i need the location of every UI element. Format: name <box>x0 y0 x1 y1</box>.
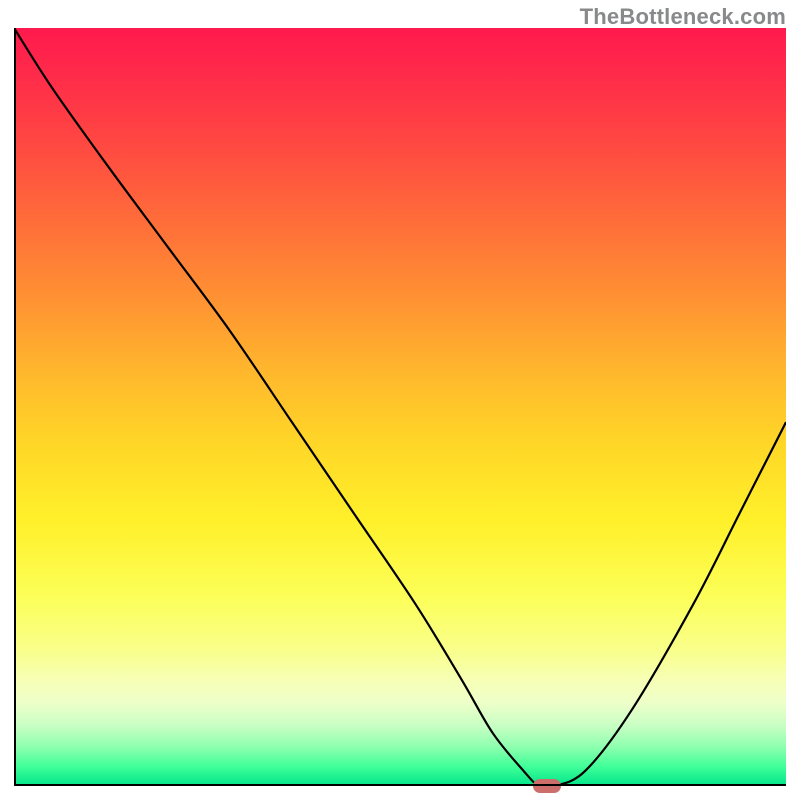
optimal-point-marker <box>533 779 561 793</box>
chart-frame: TheBottleneck.com <box>0 0 800 800</box>
plot-gradient-background <box>14 28 786 786</box>
watermark-text: TheBottleneck.com <box>580 4 786 30</box>
